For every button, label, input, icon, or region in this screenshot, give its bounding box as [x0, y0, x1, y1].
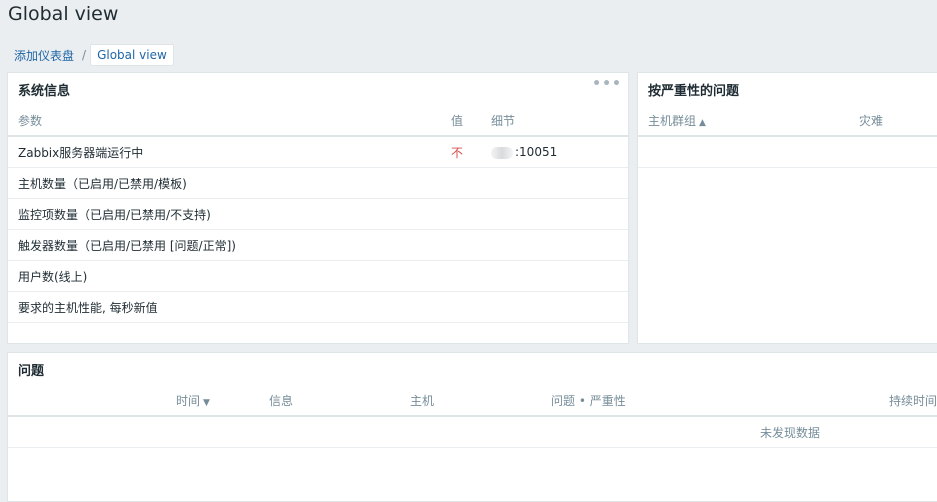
- breadcrumb-separator: /: [82, 48, 87, 62]
- problems-by-severity-title: 按严重性的问题: [648, 83, 740, 99]
- no-data-message: 未发现数据: [760, 425, 821, 440]
- column-header-host-group[interactable]: 主机群组 ▲: [648, 112, 706, 129]
- column-header-value: 值: [451, 113, 464, 128]
- sort-desc-icon: ▼: [203, 397, 210, 408]
- severity-table-header: 主机群组 ▲ 灾难: [638, 105, 937, 137]
- detail-port: :10051: [515, 145, 558, 159]
- param-cell: 监控项数量（已启用/已禁用/不支持): [18, 207, 211, 222]
- system-info-widget: 系统信息 ••• 参数 值 细节 Zabbix服务器端运行中 不 :10051 …: [7, 72, 629, 344]
- breadcrumb: 添加仪表盘 / Global view: [8, 44, 174, 66]
- table-row: Zabbix服务器端运行中 不 :10051: [8, 137, 628, 168]
- param-cell: 触发器数量（已启用/已禁用 [问题/正常]): [18, 238, 236, 253]
- problems-title: 问题: [18, 363, 45, 379]
- breadcrumb-dashboard-link[interactable]: 添加仪表盘: [8, 47, 80, 64]
- column-header-info: 信息: [269, 393, 294, 408]
- table-row: 监控项数量（已启用/已禁用/不支持): [8, 199, 628, 230]
- table-row: 要求的主机性能, 每秒新值: [8, 292, 628, 323]
- system-info-header: 系统信息 •••: [8, 73, 628, 105]
- column-header-param: 参数: [18, 113, 43, 128]
- column-header-time[interactable]: 时间 ▼: [176, 392, 210, 409]
- widget-menu-icon[interactable]: •••: [592, 77, 622, 91]
- param-cell: 主机数量（已启用/已禁用/模板): [18, 176, 187, 191]
- problems-by-severity-header: 按严重性的问题: [638, 73, 937, 105]
- detail-cell: :10051: [491, 145, 557, 159]
- table-row: [638, 137, 937, 168]
- column-header-problem-severity: 问题 • 严重性: [551, 393, 626, 408]
- param-cell: 要求的主机性能, 每秒新值: [18, 300, 158, 315]
- table-row: 触发器数量（已启用/已禁用 [问题/正常]): [8, 230, 628, 261]
- redacted-address: [491, 146, 513, 159]
- system-info-title: 系统信息: [18, 83, 71, 99]
- column-header-disaster: 灾难: [859, 113, 884, 128]
- table-row: 未发现数据: [8, 417, 937, 448]
- problems-table-header: 时间 ▼ 信息 主机 问题 • 严重性 持续时间: [8, 385, 937, 417]
- problems-header: 问题: [8, 353, 937, 385]
- problems-by-severity-widget: 按严重性的问题 主机群组 ▲ 灾难: [637, 72, 937, 344]
- sort-asc-icon: ▲: [699, 117, 706, 128]
- host-group-label: 主机群组: [648, 113, 697, 128]
- param-cell: Zabbix服务器端运行中: [18, 145, 144, 160]
- column-header-host: 主机: [410, 393, 435, 408]
- system-info-table-header: 参数 值 细节: [8, 105, 628, 137]
- problems-widget: 问题 时间 ▼ 信息 主机 问题 • 严重性 持续时间 未发现数据: [7, 352, 937, 502]
- value-cell: 不: [451, 145, 464, 160]
- column-header-duration: 持续时间: [889, 393, 937, 408]
- page-title: Global view: [8, 3, 119, 25]
- param-cell: 用户数(线上): [18, 269, 88, 284]
- column-header-detail: 细节: [491, 113, 516, 128]
- breadcrumb-current[interactable]: Global view: [90, 44, 174, 66]
- table-row: 用户数(线上): [8, 261, 628, 292]
- table-row: 主机数量（已启用/已禁用/模板): [8, 168, 628, 199]
- time-label: 时间: [176, 393, 201, 408]
